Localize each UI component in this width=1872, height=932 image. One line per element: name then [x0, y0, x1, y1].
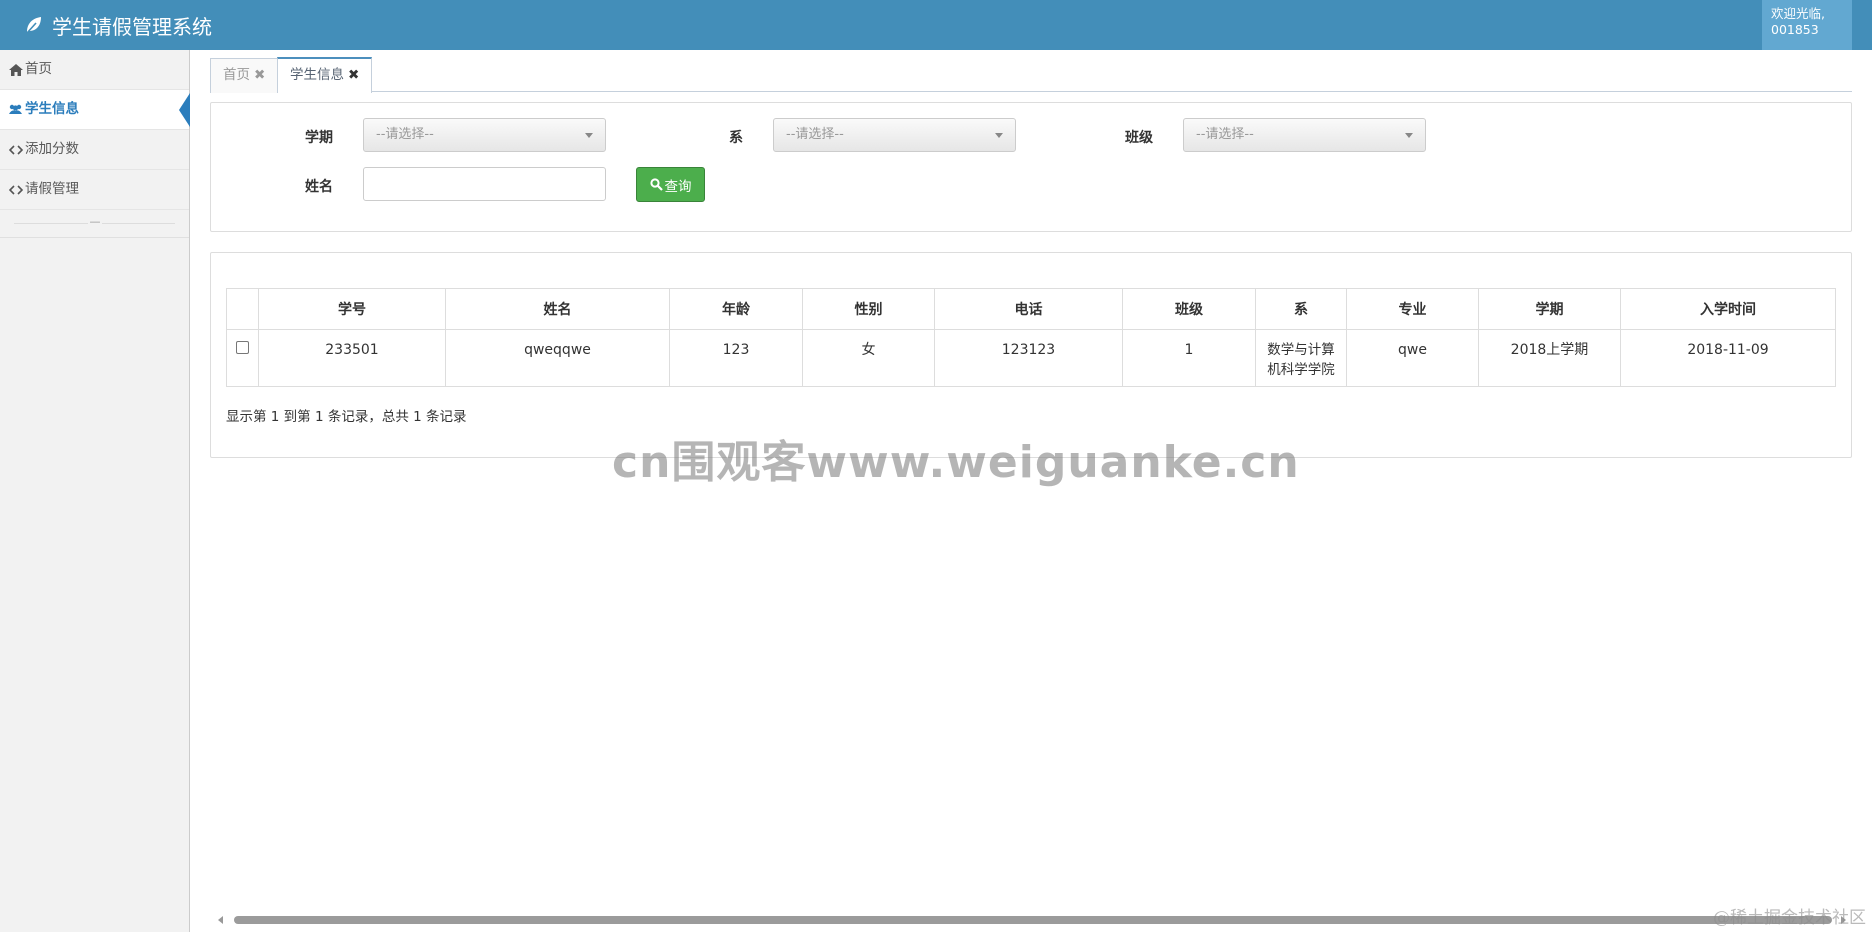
row-checkbox-cell: [226, 329, 259, 387]
table-header-row: 学号 姓名 年龄 性别 电话 班级 系 专业 学期 入学时间: [226, 288, 1836, 330]
column-header[interactable]: 专业: [1346, 288, 1479, 330]
leaf-icon: [26, 17, 41, 34]
sidebar-item-add-score[interactable]: 添加分数: [0, 130, 189, 170]
age-cell: 123: [669, 329, 803, 387]
class-label: 班级: [1125, 130, 1153, 146]
column-header[interactable]: 性别: [802, 288, 935, 330]
top-navbar: 学生请假管理系统 欢迎光临, 001853: [0, 0, 1872, 50]
sidebar-item-leave-management[interactable]: 请假管理: [0, 170, 189, 210]
dept-select[interactable]: --请选择--: [773, 118, 1016, 152]
code-icon: [8, 142, 23, 157]
dept-cell-line: 机科学学院: [1267, 362, 1335, 378]
close-icon[interactable]: ✖: [348, 67, 359, 83]
dept-select-value: --请选择--: [786, 127, 844, 142]
dept-cell-line: 数学与计算: [1267, 342, 1335, 358]
enroll-date-cell: 2018-11-09: [1620, 329, 1836, 387]
term-select[interactable]: --请选择--: [363, 118, 606, 152]
column-header[interactable]: 姓名: [445, 288, 670, 330]
column-header[interactable]: 系: [1255, 288, 1347, 330]
active-arrow-indicator: [179, 93, 190, 127]
collapse-toggle-icon[interactable]: —: [88, 216, 102, 230]
class-cell: 1: [1122, 329, 1256, 387]
tab-label: 学生信息: [290, 67, 344, 83]
class-select-value: --请选择--: [1196, 127, 1254, 142]
sidebar-item-label: 首页: [25, 61, 52, 77]
tab-home[interactable]: 首页 ✖: [210, 58, 279, 93]
chevron-down-icon: [995, 133, 1003, 138]
term-label: 学期: [305, 130, 333, 146]
user-id: 001853: [1771, 22, 1819, 37]
table-row[interactable]: 233501 qweqqwe 123 女 123123 1 数学与计算 机科学学…: [226, 329, 1836, 387]
pagination-info: 显示第 1 到第 1 条记录，总共 1 条记录: [226, 409, 467, 425]
student-id-cell: 233501: [258, 329, 446, 387]
tab-student-info[interactable]: 学生信息 ✖: [277, 57, 373, 93]
home-icon: [8, 62, 23, 77]
name-input[interactable]: [363, 167, 606, 201]
dept-cell: 数学与计算 机科学学院: [1255, 329, 1347, 387]
column-header[interactable]: 年龄: [669, 288, 803, 330]
code-icon: [8, 182, 23, 197]
sidebar-item-home[interactable]: 首页: [0, 50, 189, 90]
app-title: 学生请假管理系统: [52, 14, 212, 39]
welcome-text: 欢迎光临,: [1771, 6, 1825, 21]
sidebar-collapse[interactable]: —: [0, 210, 189, 238]
users-icon: [8, 102, 23, 117]
row-checkbox[interactable]: [236, 341, 249, 354]
tab-label: 首页: [223, 67, 250, 83]
search-icon: [649, 178, 663, 191]
term-cell: 2018上学期: [1478, 329, 1621, 387]
close-icon[interactable]: ✖: [254, 67, 265, 83]
sidebar-item-label: 学生信息: [25, 101, 79, 117]
phone-cell: 123123: [934, 329, 1123, 387]
query-button-label: 查询: [664, 178, 692, 195]
scroll-left-icon[interactable]: [218, 916, 223, 924]
scrollbar-thumb[interactable]: [234, 916, 1832, 924]
gender-cell: 女: [802, 329, 935, 387]
select-all-header: [226, 288, 259, 330]
horizontal-scrollbar[interactable]: [212, 914, 1852, 926]
chevron-down-icon: [1405, 133, 1413, 138]
credit-watermark: @稀土掘金技术社区: [1713, 908, 1866, 928]
sidebar: 首页 学生信息 添加分数 请假管理 —: [0, 50, 190, 932]
watermark-text: cn围观客www.weiguanke.cn: [612, 437, 1300, 488]
column-header[interactable]: 入学时间: [1620, 288, 1836, 330]
student-name-cell: qweqqwe: [445, 329, 670, 387]
app-logo[interactable]: 学生请假管理系统: [24, 10, 212, 40]
name-label: 姓名: [305, 179, 333, 195]
major-cell: qwe: [1346, 329, 1479, 387]
sidebar-item-label: 请假管理: [25, 181, 79, 197]
dept-label: 系: [729, 130, 743, 146]
user-menu[interactable]: 欢迎光临, 001853: [1762, 0, 1852, 50]
chevron-down-icon: [585, 133, 593, 138]
column-header[interactable]: 学期: [1478, 288, 1621, 330]
class-select[interactable]: --请选择--: [1183, 118, 1426, 152]
query-button[interactable]: 查询: [636, 167, 705, 202]
sidebar-item-label: 添加分数: [25, 141, 79, 157]
column-header[interactable]: 学号: [258, 288, 446, 330]
term-select-value: --请选择--: [376, 127, 434, 142]
tab-bar: 首页 ✖ 学生信息 ✖: [210, 57, 1852, 93]
column-header[interactable]: 班级: [1122, 288, 1256, 330]
column-header[interactable]: 电话: [934, 288, 1123, 330]
student-table: 学号 姓名 年龄 性别 电话 班级 系 专业 学期 入学时间 233501 qw…: [226, 288, 1836, 387]
search-panel: 学期 --请选择-- 系 --请选择-- 班级 --请选择-- 姓名 查询: [210, 102, 1852, 232]
sidebar-item-student-info[interactable]: 学生信息: [0, 90, 190, 130]
